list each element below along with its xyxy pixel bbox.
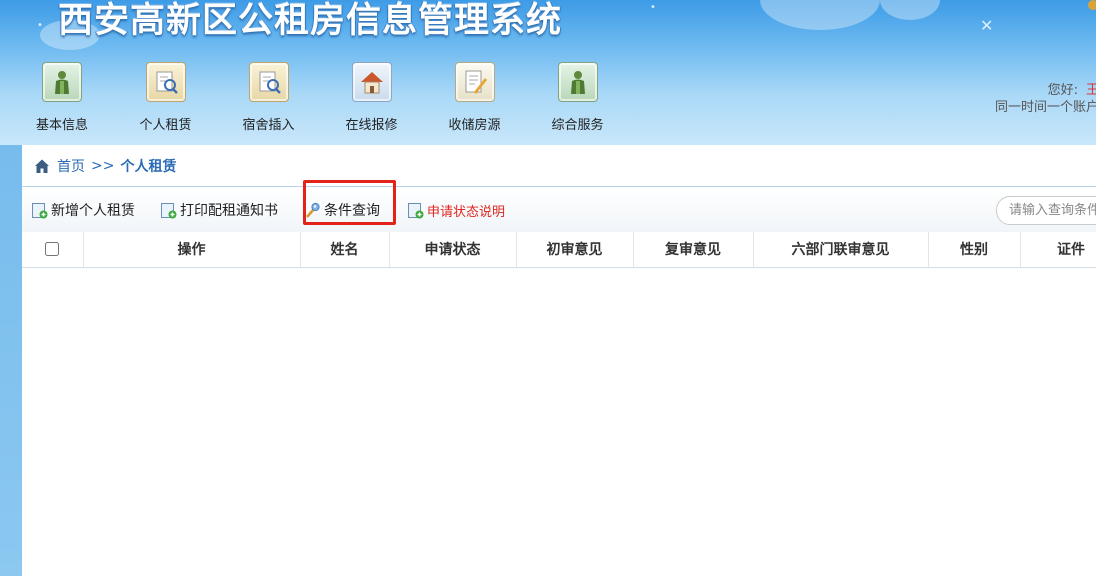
- badge-icon: [1088, 0, 1096, 10]
- sparkle-icon: ✕: [980, 16, 994, 35]
- nav-item-personal-rental[interactable]: 个人租赁: [114, 62, 217, 134]
- cloud-decoration: [760, 0, 880, 30]
- home-icon: [35, 159, 49, 173]
- button-label: 申请状态说明: [427, 204, 506, 220]
- breadcrumb-current: 个人租赁: [120, 158, 177, 175]
- person-icon: [42, 62, 82, 102]
- column-header[interactable]: 证件: [1020, 232, 1096, 268]
- user-name[interactable]: 王仕: [1086, 83, 1096, 98]
- header-banner: ✕ • • 西安高新区公租房信息管理系统 基本信息 个人租赁 宿舍插入 在线报修…: [0, 0, 1096, 145]
- data-table: 操作 姓名 申请状态 初审意见 复审意见 六部门联审意见 性别 证件: [22, 232, 1096, 268]
- select-all-checkbox[interactable]: [45, 242, 60, 257]
- user-info: 您好: 王仕 同一时间一个账户只: [994, 0, 1096, 116]
- column-header[interactable]: 申请状态: [389, 232, 517, 268]
- app-title: 西安高新区公租房信息管理系统: [58, 1, 563, 41]
- greeting-text: 您好:: [1047, 83, 1078, 98]
- nav-label: 收储房源: [448, 118, 501, 133]
- conditional-query-button[interactable]: 条件查询: [304, 195, 380, 225]
- sparkle-icon: •: [650, 2, 656, 13]
- print-notice-button[interactable]: 打印配租通知书: [160, 195, 278, 225]
- nav-item-basic-info[interactable]: 基本信息: [10, 62, 114, 134]
- edit-document-icon: [454, 62, 495, 102]
- add-document-icon: [32, 202, 48, 218]
- nav-label: 综合服务: [551, 118, 604, 133]
- nav-label: 在线报修: [345, 118, 398, 133]
- session-notice: 同一时间一个账户只: [994, 100, 1096, 115]
- column-header[interactable]: 六部门联审意见: [753, 232, 929, 268]
- column-header[interactable]: 操作: [83, 232, 301, 268]
- nav-label: 宿舍插入: [242, 118, 295, 133]
- breadcrumb: 首页 >> 个人租赁: [22, 145, 1096, 187]
- cloud-decoration: [880, 0, 940, 20]
- main-nav: 基本信息 个人租赁 宿舍插入 在线报修 收储房源 综合服务: [36, 62, 629, 134]
- breadcrumb-home-link[interactable]: 首页: [57, 156, 85, 176]
- house-icon: [351, 62, 392, 102]
- column-header[interactable]: 姓名: [300, 232, 390, 268]
- column-header[interactable]: 复审意见: [633, 232, 754, 268]
- button-label: 条件查询: [324, 203, 380, 219]
- table-header-row: 操作 姓名 申请状态 初审意见 复审意见 六部门联审意见 性别 证件: [22, 232, 1096, 268]
- add-document-icon: [161, 202, 177, 218]
- magic-wand-icon: [306, 202, 320, 218]
- column-header[interactable]: 初审意见: [516, 232, 634, 268]
- nav-item-storage-housing[interactable]: 收储房源: [423, 62, 526, 134]
- select-all-cell: [22, 232, 84, 268]
- add-document-icon: [408, 202, 424, 218]
- document-search-icon: [145, 62, 186, 102]
- add-personal-rental-button[interactable]: 新增个人租赁: [31, 195, 135, 225]
- button-label: 新增个人租赁: [51, 203, 135, 219]
- nav-item-dorm-insert[interactable]: 宿舍插入: [217, 62, 320, 134]
- person-icon: [557, 62, 598, 102]
- nav-label: 个人租赁: [139, 118, 192, 133]
- button-label: 打印配租通知书: [180, 203, 278, 219]
- application-status-button[interactable]: 申请状态说明: [407, 195, 505, 225]
- nav-item-comprehensive-service[interactable]: 综合服务: [526, 62, 629, 134]
- search-input[interactable]: [996, 196, 1096, 225]
- column-header[interactable]: 性别: [928, 232, 1021, 268]
- nav-label: 基本信息: [35, 118, 88, 133]
- document-search-icon: [248, 62, 289, 102]
- toolbar: 新增个人租赁 打印配租通知书 条件查询 申请状态说明: [22, 188, 1096, 232]
- sparkle-icon: •: [37, 20, 43, 31]
- breadcrumb-separator: >>: [91, 157, 115, 174]
- nav-item-online-repair[interactable]: 在线报修: [320, 62, 423, 134]
